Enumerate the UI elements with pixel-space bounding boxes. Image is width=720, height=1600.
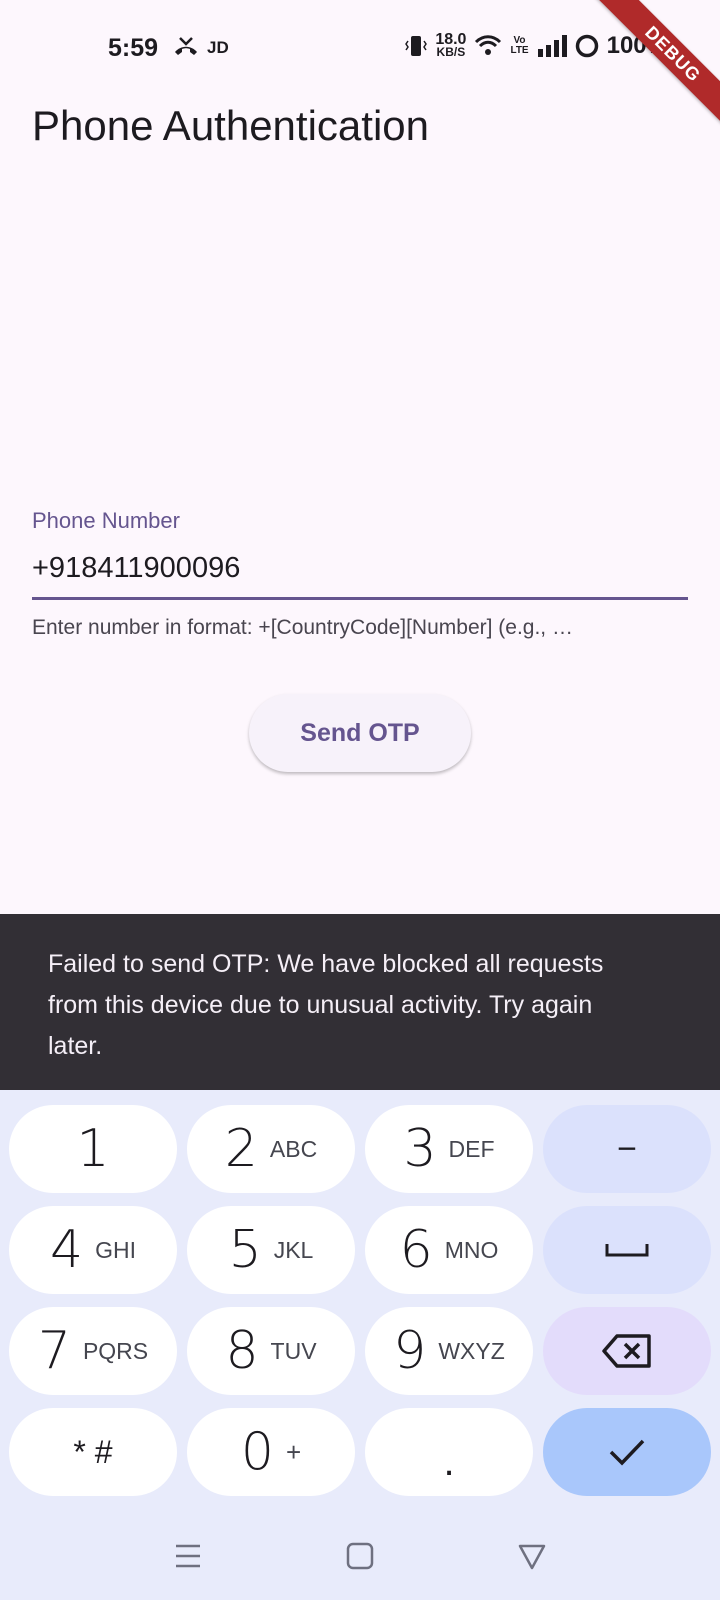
key-0[interactable]: 0 + — [187, 1408, 355, 1496]
key-5-letters: JKL — [273, 1236, 314, 1263]
key-9-digit: 9 — [393, 1321, 427, 1381]
key-3-digit: 3 — [403, 1119, 437, 1179]
vibrate-icon — [405, 36, 428, 56]
minus-symbol: − — [617, 1129, 637, 1168]
system-nav-bar — [0, 1510, 720, 1600]
key-8-letters: TUV — [270, 1337, 317, 1364]
key-star-hash[interactable]: * # — [9, 1408, 177, 1496]
key-4-digit: 4 — [50, 1220, 84, 1280]
key-9[interactable]: 9 WXYZ — [365, 1307, 533, 1395]
key-backspace[interactable] — [543, 1307, 711, 1395]
wifi-icon — [475, 35, 502, 55]
home-icon[interactable] — [342, 1538, 378, 1574]
status-bar: 5:59 JD 18.0 KB/S Vo LTE 100% — [0, 0, 720, 96]
key-done[interactable] — [543, 1408, 711, 1496]
key-6-letters: MNO — [444, 1236, 499, 1263]
phone-field-label: Phone Number — [32, 508, 180, 533]
key-1[interactable]: 1 — [9, 1105, 177, 1193]
key-minus[interactable]: − — [543, 1105, 711, 1193]
carrier-label: JD — [207, 38, 229, 57]
key-7[interactable]: 7 PQRS — [9, 1307, 177, 1395]
key-1-digit: 1 — [76, 1119, 110, 1179]
key-7-letters: PQRS — [82, 1337, 149, 1364]
dot-label: . — [443, 1439, 455, 1484]
missed-call-icon — [175, 37, 197, 55]
key-4[interactable]: 4 GHI — [9, 1206, 177, 1294]
battery-icon — [575, 34, 598, 58]
space-icon — [605, 1244, 649, 1257]
send-otp-button[interactable]: Send OTP — [249, 694, 471, 772]
signal-icon — [537, 35, 567, 57]
backspace-icon — [602, 1334, 651, 1368]
key-6[interactable]: 6 MNO — [365, 1206, 533, 1294]
key-3[interactable]: 3 DEF — [365, 1105, 533, 1193]
key-4-letters: GHI — [95, 1236, 136, 1263]
key-8[interactable]: 8 TUV — [187, 1307, 355, 1395]
key-2-digit: 2 — [224, 1119, 258, 1179]
back-icon[interactable] — [514, 1538, 550, 1574]
checkmark-icon — [609, 1439, 645, 1466]
speed-unit: KB/S — [436, 45, 466, 59]
key-2[interactable]: 2 ABC — [187, 1105, 355, 1193]
volte-bottom: LTE — [510, 45, 529, 56]
key-0-plus: + — [285, 1436, 302, 1467]
page-title: Phone Authentication — [32, 102, 429, 149]
key-0-digit: 0 — [240, 1422, 274, 1482]
key-space[interactable] — [543, 1206, 711, 1294]
key-3-letters: DEF — [448, 1135, 495, 1162]
key-5-digit: 5 — [228, 1220, 262, 1280]
star-hash-label: * # — [73, 1433, 113, 1470]
volte-indicator: Vo LTE — [510, 36, 528, 56]
snackbar-message: Failed to send OTP: We have blocked all … — [48, 950, 604, 1060]
status-icons: 18.0 KB/S Vo LTE 100% — [405, 32, 668, 60]
network-speed: 18.0 KB/S — [435, 32, 466, 59]
recents-menu-icon[interactable] — [170, 1538, 206, 1574]
key-6-digit: 6 — [399, 1220, 433, 1280]
key-7-digit: 7 — [37, 1321, 71, 1381]
phone-number-input[interactable] — [32, 540, 688, 600]
key-5[interactable]: 5 JKL — [187, 1206, 355, 1294]
key-8-digit: 8 — [225, 1321, 259, 1381]
status-time: 5:59 — [108, 34, 159, 62]
phone-field-helper: Enter number in format: +[CountryCode][N… — [32, 616, 573, 639]
key-9-letters: WXYZ — [438, 1337, 505, 1364]
key-dot[interactable]: . — [365, 1408, 533, 1496]
key-2-letters: ABC — [269, 1135, 318, 1162]
